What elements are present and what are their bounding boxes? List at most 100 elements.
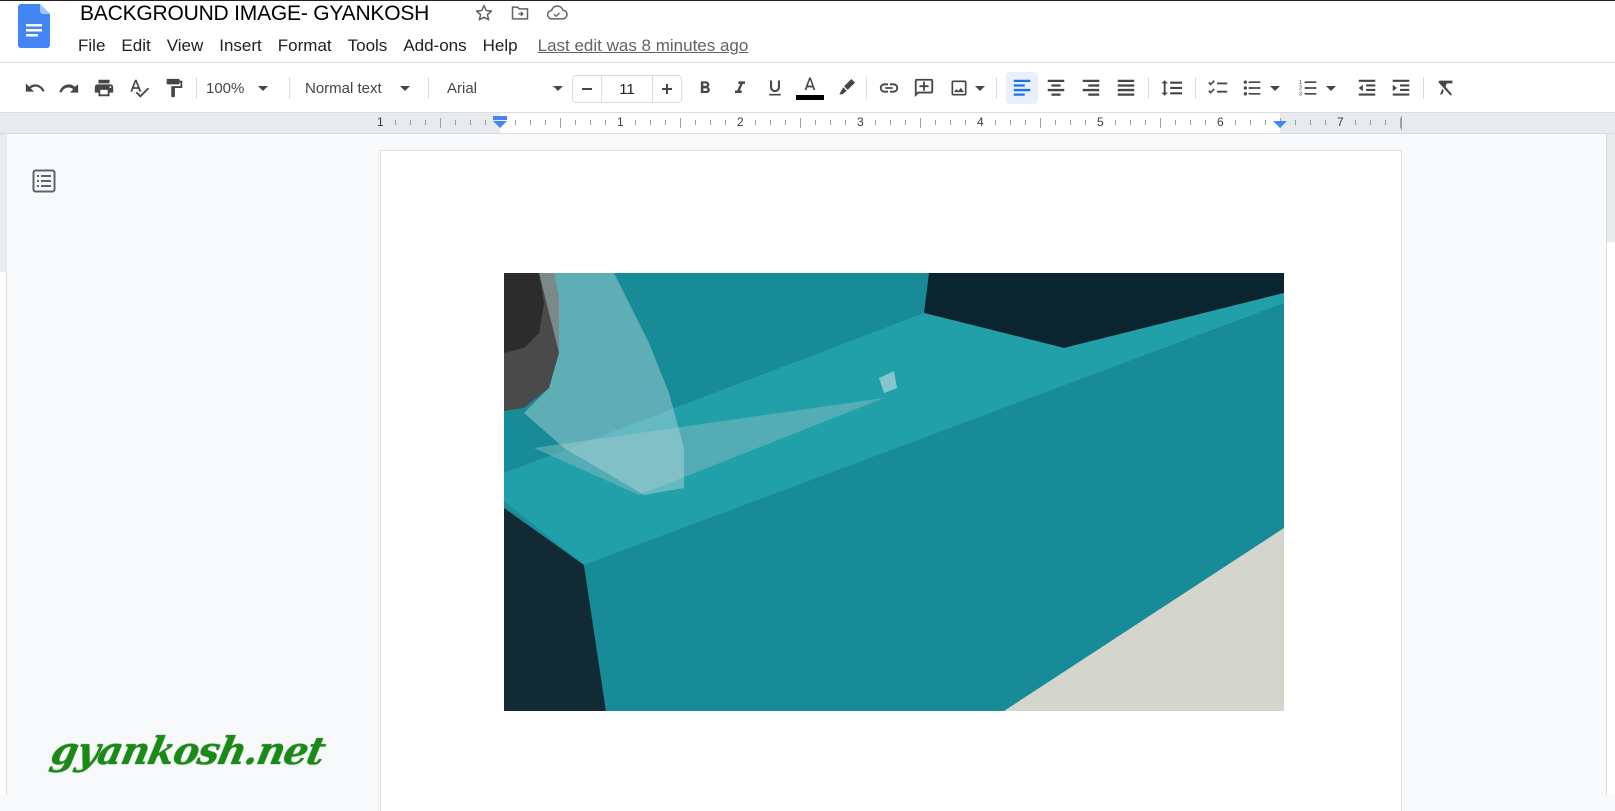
last-edit-link[interactable]: Last edit was 8 minutes ago [538, 36, 749, 56]
ruler-label: 1 [377, 115, 384, 129]
ruler-tick [710, 120, 711, 125]
align-right-icon [1082, 79, 1100, 96]
add-comment-button[interactable] [911, 75, 937, 101]
document-outline-icon[interactable] [32, 169, 56, 193]
redo-button[interactable] [56, 75, 82, 101]
menu-help[interactable]: Help [475, 34, 526, 58]
ruler-tick [515, 120, 516, 125]
underline-button[interactable] [762, 75, 788, 101]
chevron-down-icon [1326, 85, 1336, 91]
toolbar-divider [196, 77, 197, 99]
document-title[interactable]: BACKGROUND IMAGE- GYANKOSH [80, 1, 429, 27]
left-indent-marker-icon[interactable] [493, 116, 507, 129]
ruler-tick [590, 120, 591, 125]
vertical-ruler-right[interactable] [1606, 134, 1615, 795]
paint-format-button[interactable] [161, 75, 187, 101]
image-icon [951, 80, 967, 96]
right-indent-marker-icon[interactable] [1273, 116, 1287, 129]
italic-button[interactable] [727, 75, 753, 101]
ruler-tick [1355, 120, 1356, 125]
align-center-button[interactable] [1043, 75, 1069, 101]
clear-formatting-button[interactable] [1433, 75, 1459, 101]
insert-image-button[interactable] [946, 75, 988, 101]
ruler-label: 7 [1337, 115, 1344, 129]
ruler-tick [1205, 120, 1206, 125]
spelling-grammar-button[interactable] [126, 75, 152, 101]
plus-icon [662, 84, 672, 94]
ruler-tick [830, 120, 831, 125]
align-left-button[interactable] [1006, 72, 1038, 104]
decrease-font-size-button[interactable] [573, 76, 601, 102]
font-family-select[interactable]: Arial [447, 75, 563, 101]
ruler-label: 6 [1217, 115, 1224, 129]
ruler-tick [1370, 120, 1371, 125]
ruler-label: 1 [617, 115, 624, 129]
print-icon [94, 79, 114, 97]
google-docs-logo-icon[interactable] [18, 4, 50, 48]
ruler-tick [1190, 120, 1191, 125]
bold-button[interactable] [692, 75, 718, 101]
undo-button[interactable] [22, 75, 48, 101]
horizontal-ruler[interactable]: 1 1 2 3 4 5 6 7 [0, 112, 1615, 134]
ruler-tick [1040, 118, 1041, 128]
ruler-tick [440, 118, 441, 128]
checklist-icon [1208, 80, 1228, 94]
text-color-button[interactable] [795, 73, 825, 103]
paragraph-style-value: Normal text [305, 79, 382, 97]
align-right-button[interactable] [1078, 75, 1104, 101]
align-left-icon [1013, 79, 1031, 96]
ruler-label: 3 [857, 115, 864, 129]
cloud-saved-icon[interactable] [546, 3, 568, 23]
move-to-folder-icon[interactable] [510, 3, 530, 23]
ruler-tick [1175, 120, 1176, 125]
star-icon[interactable] [474, 3, 494, 23]
ruler-tick [560, 118, 561, 128]
toolbar-divider [428, 77, 429, 99]
ruler-tick [800, 118, 801, 128]
numbered-list-button[interactable]: 123 [1296, 75, 1338, 101]
insert-link-button[interactable] [876, 75, 902, 101]
numbered-list-icon: 123 [1299, 80, 1317, 98]
zoom-value: 100% [206, 79, 245, 97]
ruler-tick [1265, 120, 1266, 125]
ruler-tick [1085, 120, 1086, 125]
ruler-tick [965, 120, 966, 125]
paint-format-icon [166, 78, 183, 98]
zoom-select[interactable]: 100% [206, 75, 282, 101]
toolbar-divider [289, 77, 290, 99]
ruler-tick [455, 120, 456, 125]
vertical-ruler-left[interactable] [0, 134, 7, 795]
bulleted-list-button[interactable] [1240, 75, 1282, 101]
increase-indent-button[interactable] [1388, 75, 1414, 101]
spellcheck-icon [130, 79, 150, 98]
menu-tools[interactable]: Tools [340, 34, 396, 58]
highlighter-icon [839, 78, 856, 95]
increase-indent-icon [1392, 79, 1410, 96]
ruler-tick [530, 120, 531, 125]
menu-view[interactable]: View [159, 34, 212, 58]
font-size-control: 11 [572, 75, 682, 103]
title-bar: BACKGROUND IMAGE- GYANKOSH File Edit Vie… [0, 0, 1615, 62]
print-button[interactable] [91, 75, 117, 101]
highlight-color-button[interactable] [833, 75, 859, 101]
menu-edit[interactable]: Edit [113, 34, 158, 58]
paragraph-style-select[interactable]: Normal text [305, 75, 420, 101]
font-size-input[interactable]: 11 [601, 76, 653, 102]
justify-button[interactable] [1113, 75, 1139, 101]
checklist-button[interactable] [1205, 75, 1231, 101]
decrease-indent-button[interactable] [1354, 75, 1380, 101]
ruler-tick [1025, 120, 1026, 125]
menu-insert[interactable]: Insert [211, 34, 270, 58]
line-spacing-button[interactable] [1158, 75, 1186, 101]
inserted-image[interactable] [504, 273, 1284, 711]
ruler-tick [470, 120, 471, 125]
menu-add-ons[interactable]: Add-ons [395, 34, 474, 58]
ruler-label: 4 [977, 115, 984, 129]
menu-format[interactable]: Format [270, 34, 340, 58]
undo-icon [25, 83, 45, 92]
ruler-tick [635, 120, 636, 125]
ruler-tick [995, 120, 996, 125]
menu-file[interactable]: File [70, 34, 113, 58]
increase-font-size-button[interactable] [653, 76, 681, 102]
ruler-tick [815, 120, 816, 125]
